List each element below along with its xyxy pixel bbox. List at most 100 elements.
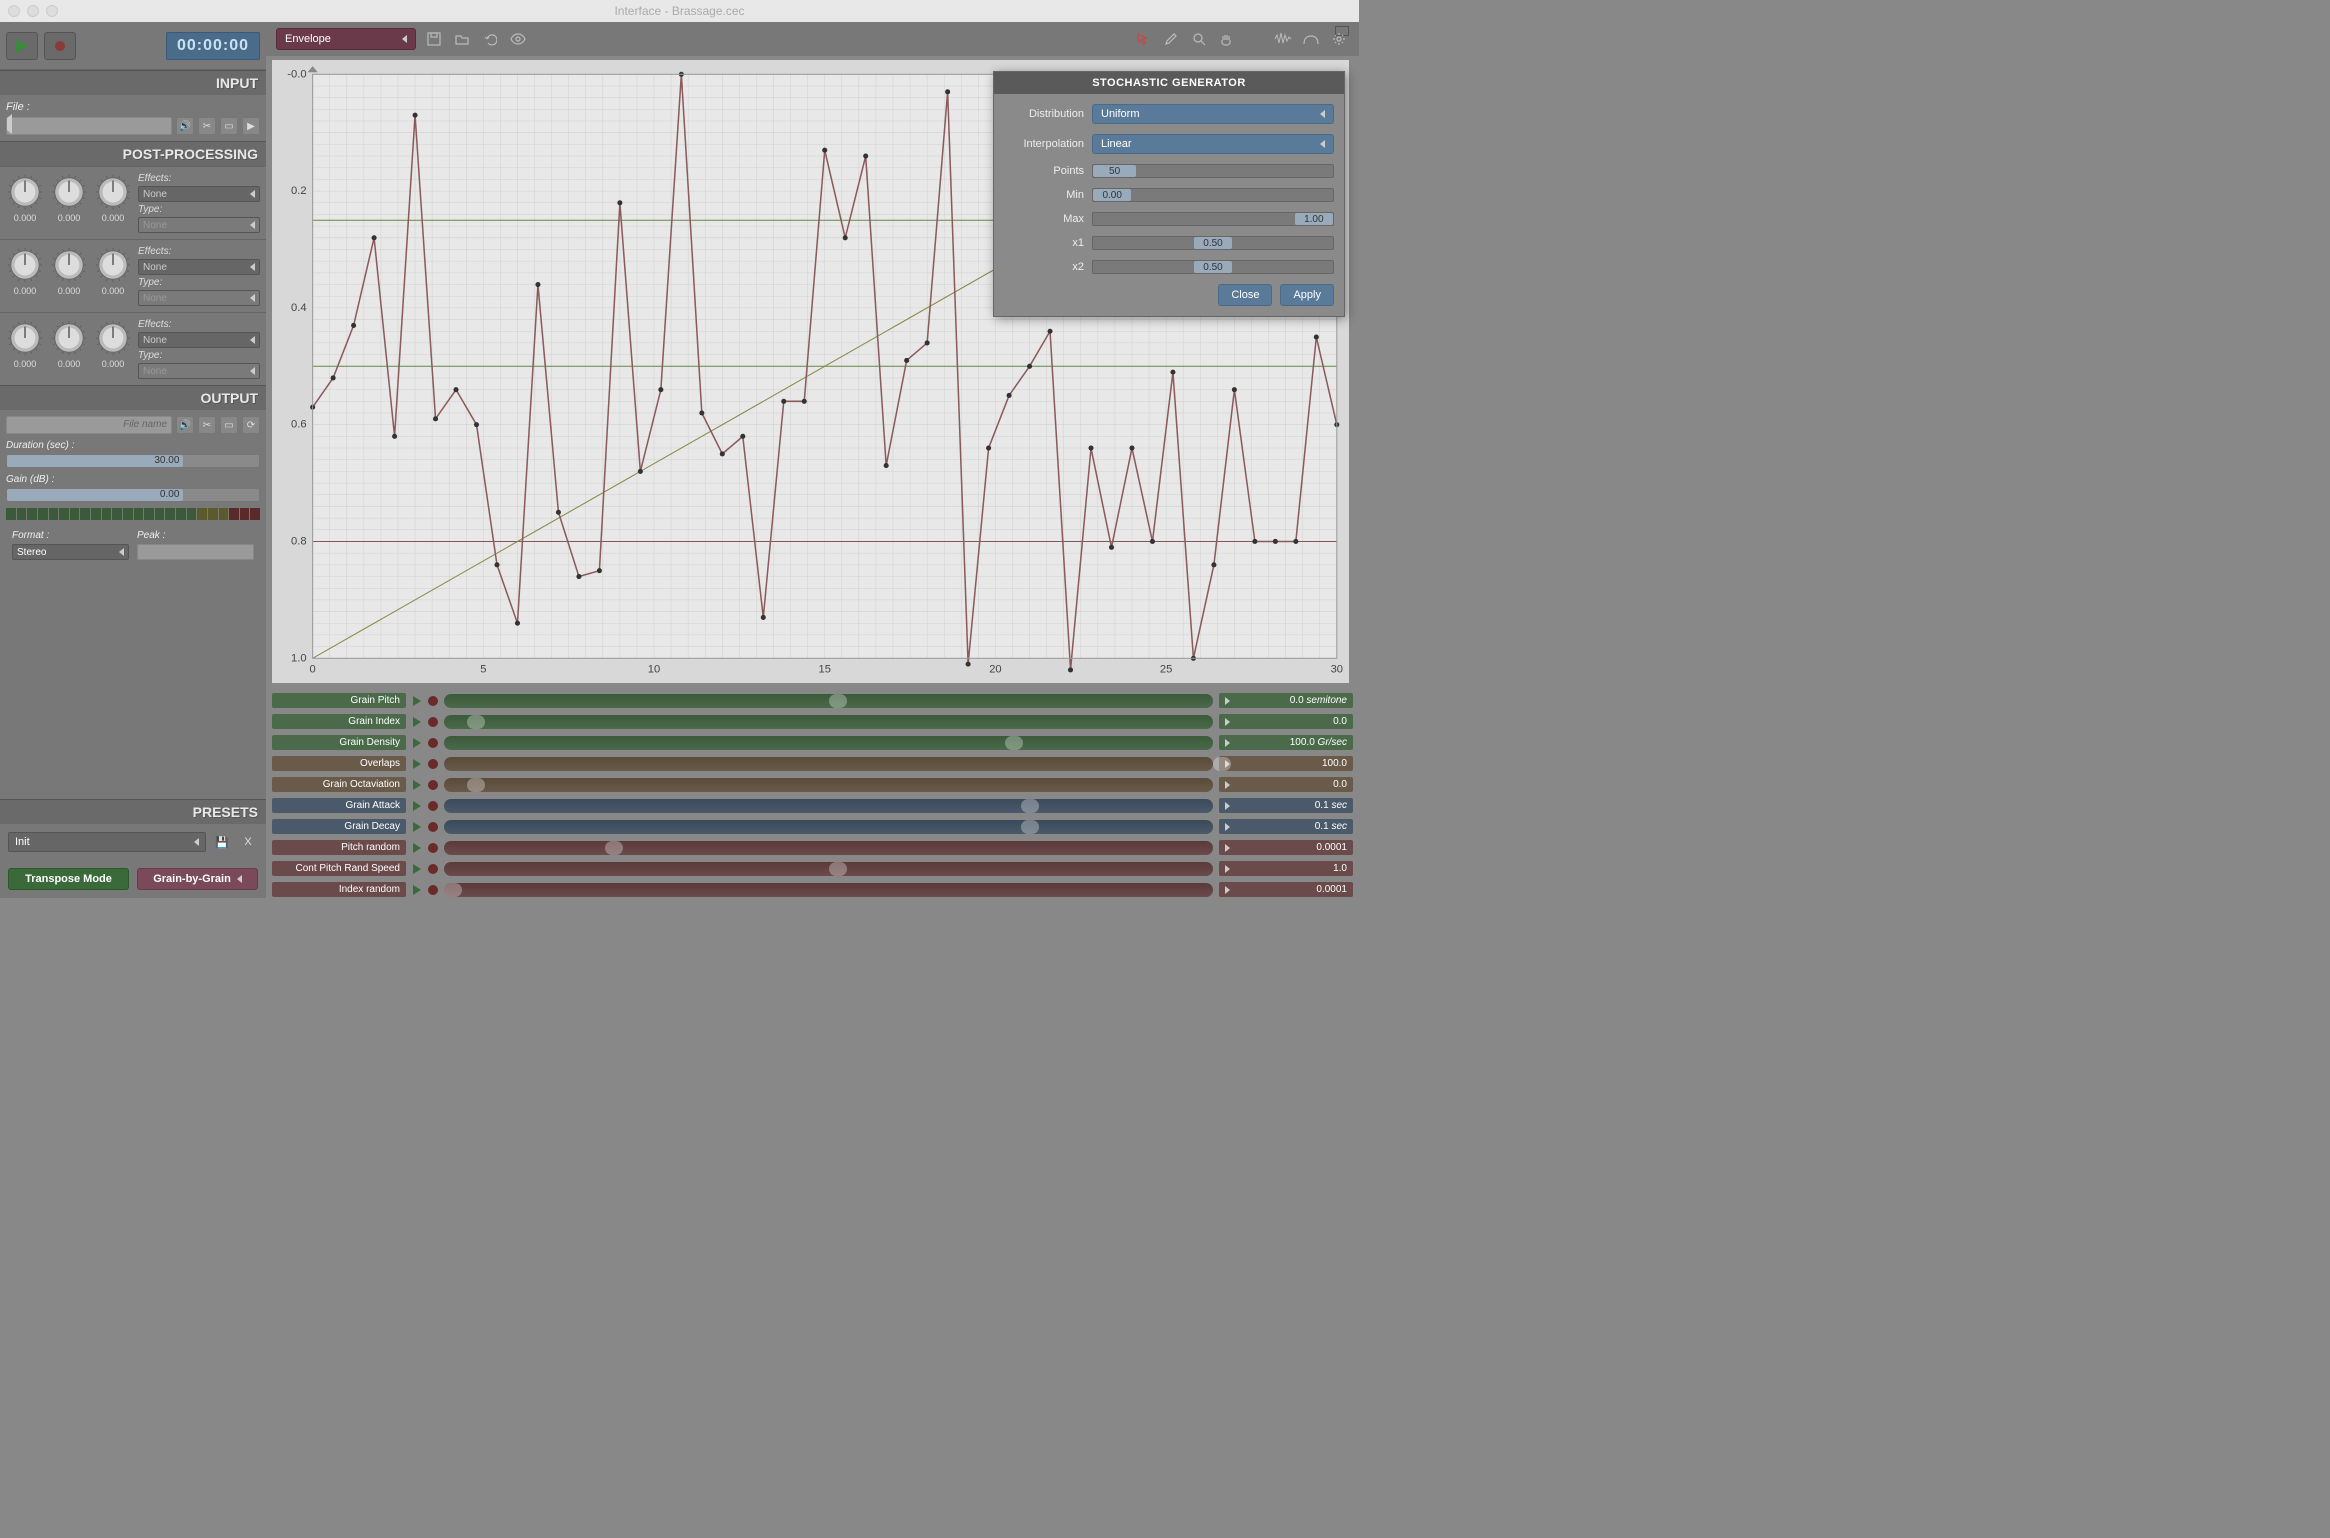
knob[interactable]: 0.000 [94,246,132,306]
play-file-icon[interactable]: ▶ [242,117,260,135]
param-play-icon[interactable] [412,885,422,895]
knob[interactable]: 0.000 [6,173,44,233]
pencil-icon[interactable] [1161,29,1181,49]
effects-dropdown[interactable]: None [138,186,260,202]
type-dropdown[interactable]: None [138,363,260,379]
param-slider[interactable] [444,883,1213,897]
param-record-icon[interactable] [428,780,438,790]
close-button[interactable]: Close [1218,284,1272,306]
param-slider[interactable] [444,862,1213,876]
peak-field[interactable] [137,544,254,560]
param-play-icon[interactable] [412,759,422,769]
param-play-icon[interactable] [412,717,422,727]
zoom-window-button[interactable] [46,5,58,17]
effects-dropdown[interactable]: None [138,332,260,348]
knob[interactable]: 0.000 [50,173,88,233]
preset-dropdown[interactable]: Init [8,832,206,852]
delete-preset-icon[interactable]: X [238,832,258,852]
param-play-icon[interactable] [412,696,422,706]
points-slider[interactable]: 50 [1092,164,1334,178]
duration-slider[interactable]: 30.00 [6,454,260,468]
param-slider[interactable] [444,778,1213,792]
param-value[interactable]: 0.0 [1219,714,1353,729]
effects-dropdown[interactable]: None [138,259,260,275]
param-play-icon[interactable] [412,738,422,748]
reload-icon[interactable]: ⟳ [242,416,260,434]
distribution-dropdown[interactable]: Uniform [1092,104,1334,124]
pointer-icon[interactable] [1133,29,1153,49]
knob[interactable]: 0.000 [94,173,132,233]
param-slider[interactable] [444,694,1213,708]
envelope-dropdown[interactable]: Envelope [276,28,416,50]
param-value[interactable]: 0.1 sec [1219,798,1353,813]
param-play-icon[interactable] [412,780,422,790]
output-filename-field[interactable]: File name [6,416,172,434]
param-value[interactable]: 0.0001 [1219,882,1353,897]
knob[interactable]: 0.000 [50,246,88,306]
param-slider[interactable] [444,820,1213,834]
param-record-icon[interactable] [428,822,438,832]
gear-icon[interactable] [1329,29,1349,49]
knob[interactable]: 0.000 [94,319,132,379]
param-record-icon[interactable] [428,864,438,874]
eye-icon[interactable] [508,29,528,49]
gain-slider[interactable]: 0.00 [6,488,260,502]
param-value[interactable]: 0.0 [1219,777,1353,792]
save-preset-icon[interactable]: 💾 [212,832,232,852]
max-slider[interactable]: 1.00 [1092,212,1334,226]
speaker-icon[interactable]: 🔊 [176,117,194,135]
curve-icon[interactable] [1301,29,1321,49]
type-dropdown[interactable]: None [138,217,260,233]
speaker-out-icon[interactable]: 🔊 [176,416,194,434]
x2-slider[interactable]: 0.50 [1092,260,1334,274]
param-record-icon[interactable] [428,717,438,727]
save-icon[interactable] [424,29,444,49]
param-record-icon[interactable] [428,843,438,853]
param-play-icon[interactable] [412,801,422,811]
folder-icon[interactable]: ▭ [220,117,238,135]
open-icon[interactable] [452,29,472,49]
param-record-icon[interactable] [428,885,438,895]
waveform-icon[interactable] [1273,29,1293,49]
type-dropdown[interactable]: None [138,290,260,306]
param-play-icon[interactable] [412,864,422,874]
min-slider[interactable]: 0.00 [1092,188,1334,202]
play-button[interactable] [6,32,38,60]
zoom-icon[interactable] [1189,29,1209,49]
knob[interactable]: 0.000 [50,319,88,379]
folder-out-icon[interactable]: ▭ [220,416,238,434]
undo-icon[interactable] [480,29,500,49]
param-slider[interactable] [444,736,1213,750]
param-record-icon[interactable] [428,801,438,811]
param-value[interactable]: 0.0001 [1219,840,1353,855]
param-slider[interactable] [444,799,1213,813]
close-window-button[interactable] [8,5,20,17]
param-value[interactable]: 100.0 Gr/sec [1219,735,1353,750]
param-value[interactable]: 0.1 sec [1219,819,1353,834]
param-value[interactable]: 0.0 semitone [1219,693,1353,708]
param-record-icon[interactable] [428,759,438,769]
hand-icon[interactable] [1217,29,1237,49]
knob[interactable]: 0.000 [6,246,44,306]
param-record-icon[interactable] [428,696,438,706]
param-slider[interactable] [444,757,1213,771]
apply-button[interactable]: Apply [1280,284,1334,306]
minimize-window-button[interactable] [27,5,39,17]
input-file-dropdown[interactable] [6,117,172,135]
transpose-mode-button[interactable]: Transpose Mode [8,868,129,890]
format-dropdown[interactable]: Stereo [12,544,129,560]
param-play-icon[interactable] [412,843,422,853]
scissors-out-icon[interactable]: ✂ [198,416,216,434]
interpolation-dropdown[interactable]: Linear [1092,134,1334,154]
param-value[interactable]: 100.0 [1219,756,1353,771]
scissors-icon[interactable]: ✂ [198,117,216,135]
knob[interactable]: 0.000 [6,319,44,379]
grain-by-grain-button[interactable]: Grain-by-Grain [137,868,258,890]
record-button[interactable] [44,32,76,60]
param-slider[interactable] [444,841,1213,855]
x1-slider[interactable]: 0.50 [1092,236,1334,250]
param-play-icon[interactable] [412,822,422,832]
param-value[interactable]: 1.0 [1219,861,1353,876]
param-slider[interactable] [444,715,1213,729]
param-record-icon[interactable] [428,738,438,748]
